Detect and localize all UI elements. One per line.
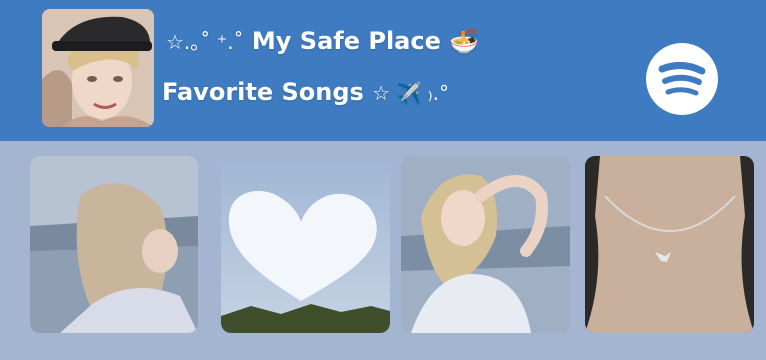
profile-cover-photo[interactable] (42, 9, 154, 127)
noodle-emoji: 🍜 (449, 27, 480, 55)
photo-woman-hand-on-head[interactable] (401, 156, 570, 333)
photo-butterfly-necklace[interactable] (585, 156, 754, 333)
spotify-icon[interactable] (646, 43, 718, 115)
subtitle-line: Favorite Songs ☆ ✈️ ₎.° (162, 78, 449, 106)
photo-woman-looking-down[interactable] (30, 156, 198, 333)
title-line: ☆.｡˚ ⁺.˚ My Safe Place 🍜 (166, 26, 479, 55)
subtitle-decoration: ☆ ✈️ ₎.° (372, 81, 449, 105)
playlist-subtitle: Favorite Songs (162, 78, 364, 106)
title-decoration: ☆.｡˚ ⁺.˚ (166, 30, 244, 54)
photo-heart-cloud-sky[interactable] (221, 156, 390, 333)
profile-header: ☆.｡˚ ⁺.˚ My Safe Place 🍜 Favorite Songs … (0, 0, 766, 141)
playlist-title: My Safe Place (251, 27, 441, 55)
